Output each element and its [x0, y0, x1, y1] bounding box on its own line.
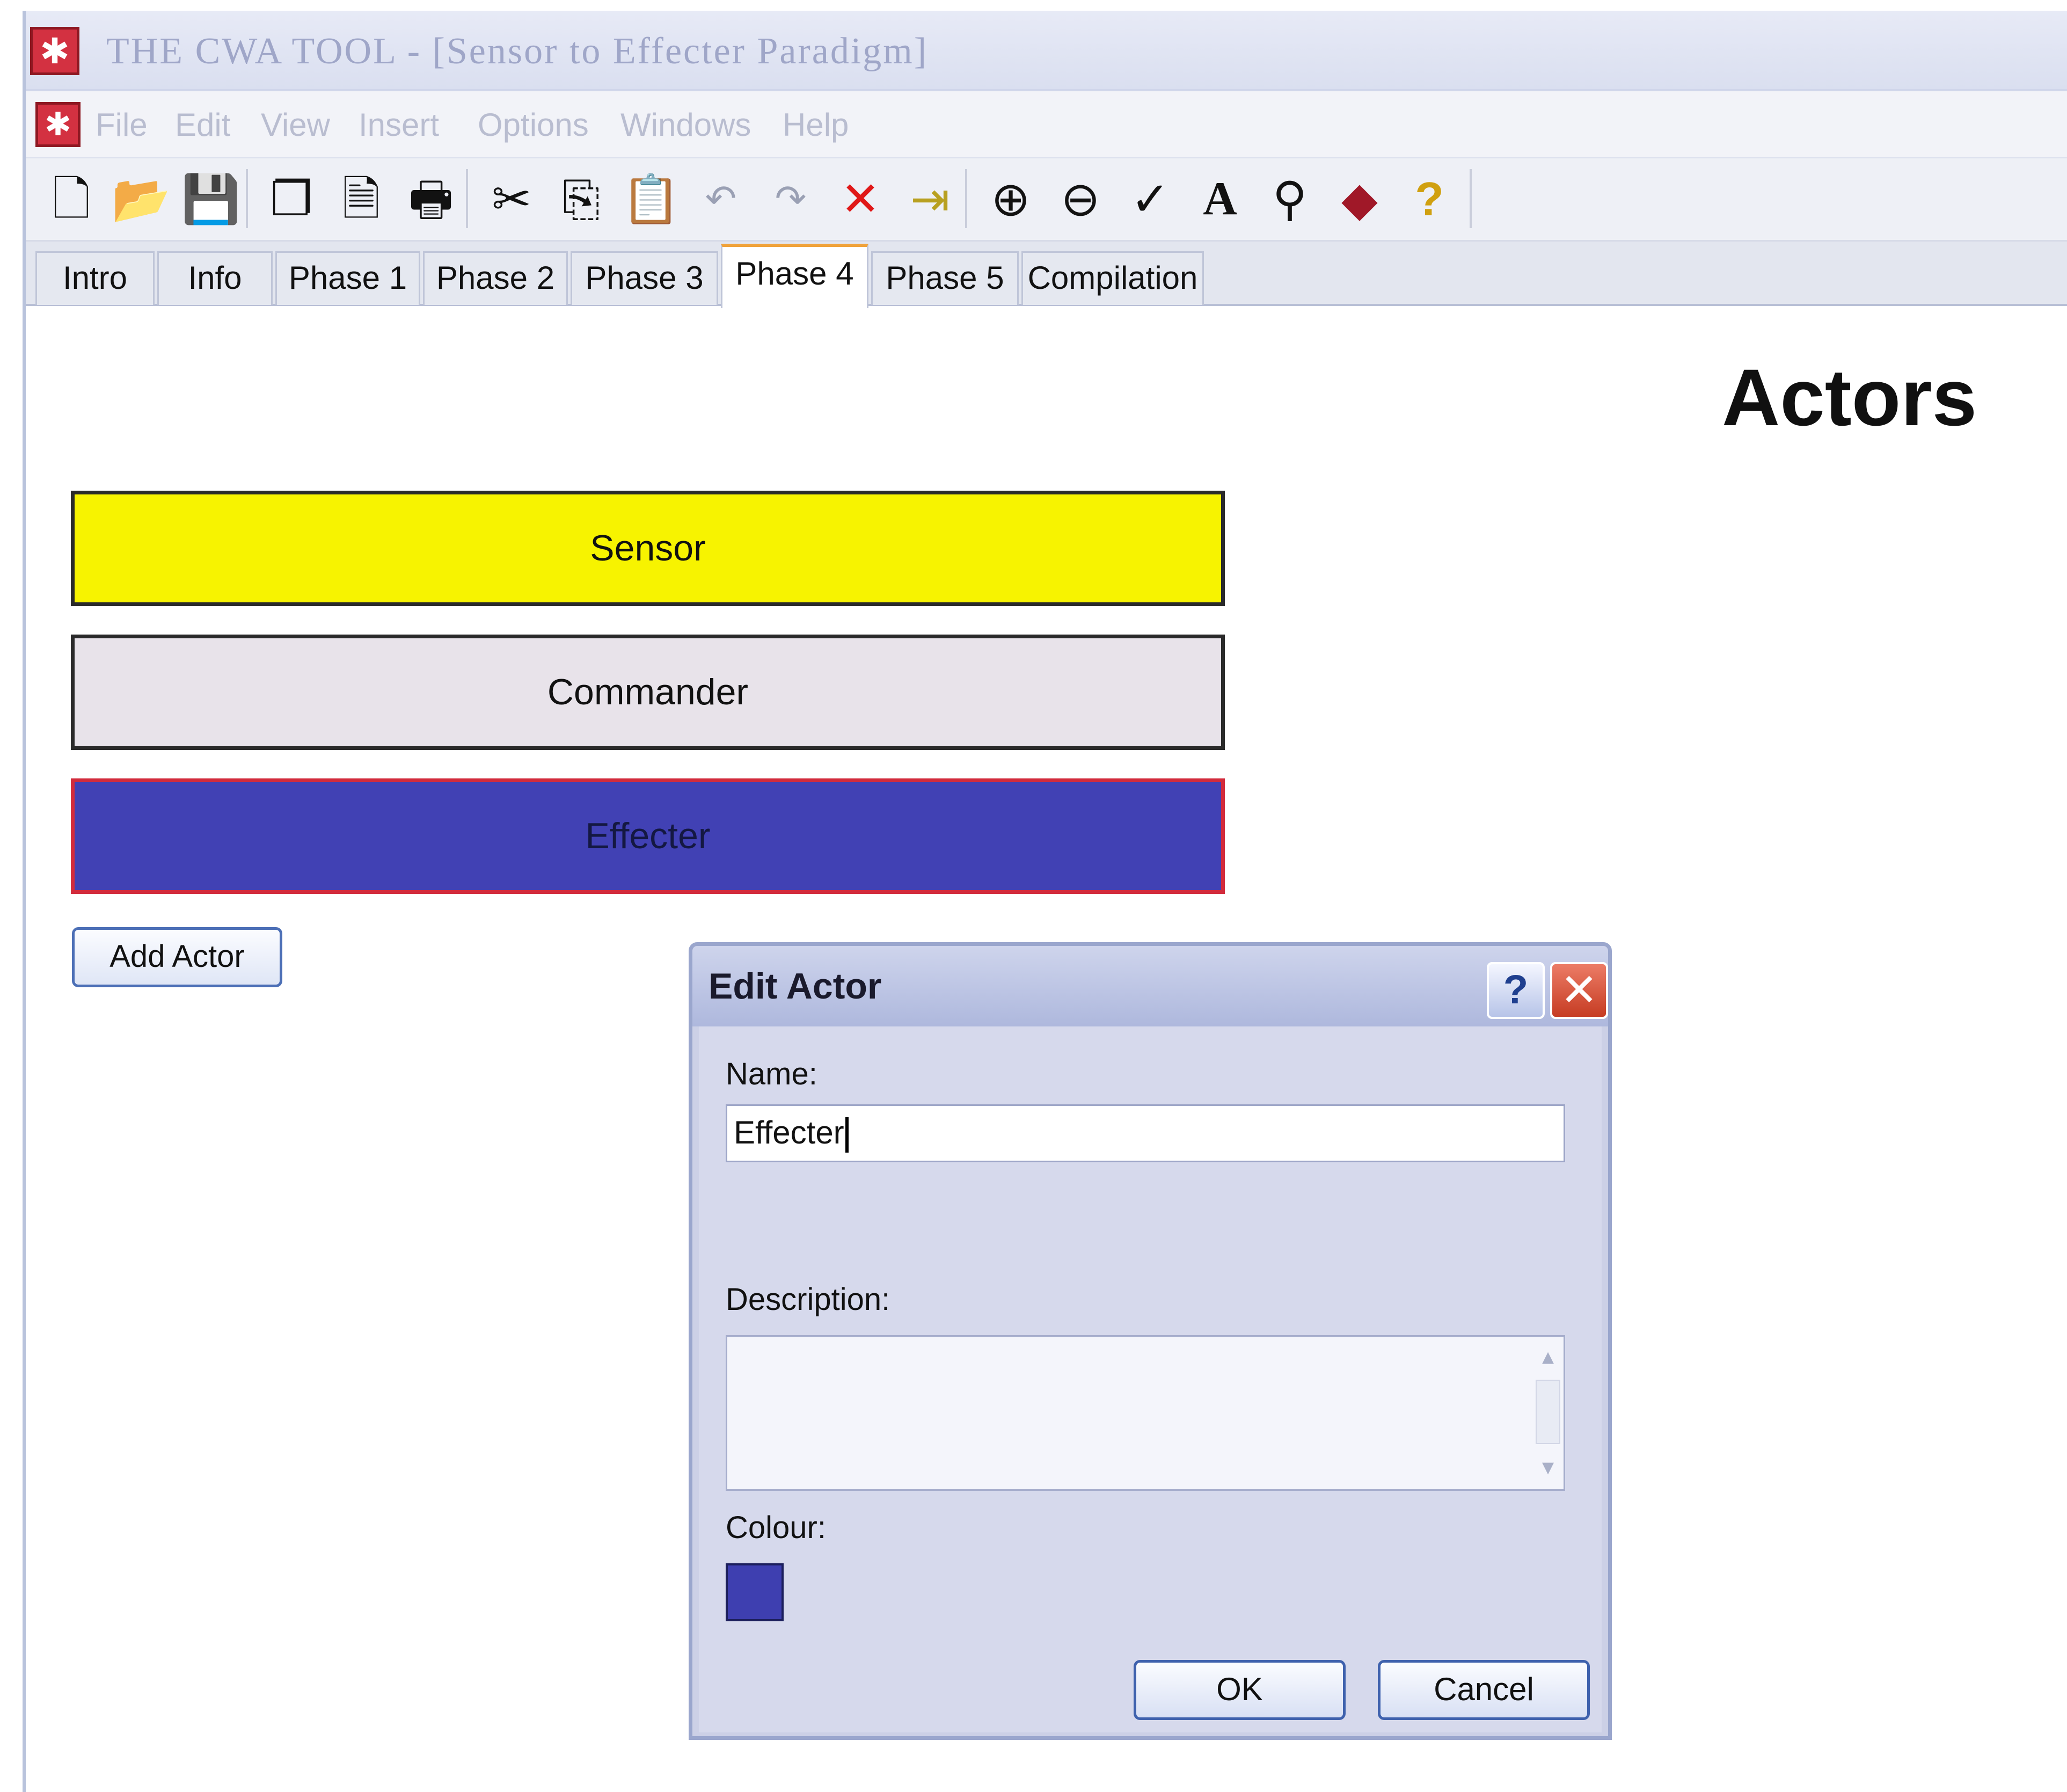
- spell-check-icon[interactable]: ✓: [1121, 168, 1180, 230]
- tab-phase-2[interactable]: Phase 2: [423, 251, 568, 305]
- dialog-title: Edit Actor: [709, 966, 882, 1007]
- menu-options[interactable]: Options: [478, 106, 589, 143]
- title-bar: THE CWA TOOL - [Sensor to Effecter Parad…: [26, 11, 2067, 91]
- dialog-body: Name: Effecter Description: ▴ ▾ Colour: …: [699, 1026, 1602, 1732]
- application-window: THE CWA TOOL - [Sensor to Effecter Parad…: [23, 11, 2067, 1792]
- print-icon[interactable]: 🖶: [401, 168, 461, 230]
- tab-phase-5[interactable]: Phase 5: [871, 251, 1019, 305]
- toolbar-separator: [1470, 169, 1472, 228]
- page-heading: Actors: [1722, 352, 1977, 442]
- edit-actor-dialog: Edit Actor ? ✕ Name: Effecter Descriptio…: [689, 942, 1612, 1740]
- zoom-in-icon[interactable]: ⊕: [981, 168, 1040, 230]
- cut-icon[interactable]: ✂: [482, 168, 541, 230]
- dialog-title-bar[interactable]: Edit Actor ? ✕: [692, 946, 1608, 1026]
- toolbar: 🗋 📂 💾 ❐ 🗎 🖶 ✂ ⎘ 📋 ↶ ↷ ✕ ⇥ ⊕ ⊖ ✓ A ⚲ ◆ ?: [26, 158, 2067, 242]
- save-icon[interactable]: 💾: [181, 168, 240, 230]
- app-logo-icon: [30, 27, 79, 75]
- name-input-value: Effecter: [734, 1114, 844, 1150]
- menu-edit[interactable]: Edit: [175, 106, 230, 143]
- text-caret: [845, 1117, 849, 1153]
- book-icon[interactable]: ◆: [1330, 168, 1389, 230]
- actor-effecter[interactable]: Effecter: [71, 778, 1225, 894]
- toolbar-separator: [965, 169, 967, 228]
- menu-file[interactable]: File: [96, 106, 148, 143]
- new-document-icon[interactable]: 🗋: [42, 168, 101, 230]
- tab-intro[interactable]: Intro: [35, 251, 155, 305]
- scroll-up-icon[interactable]: ▴: [1535, 1343, 1561, 1370]
- add-actor-button[interactable]: Add Actor: [72, 927, 282, 987]
- undo-icon[interactable]: ↶: [691, 168, 750, 230]
- menu-windows[interactable]: Windows: [620, 106, 751, 143]
- scrollbar-track[interactable]: [1536, 1380, 1560, 1444]
- ok-button[interactable]: OK: [1134, 1660, 1346, 1720]
- copy-icon[interactable]: ⎘: [552, 168, 611, 230]
- document-icon[interactable]: [35, 102, 81, 147]
- menu-view[interactable]: View: [261, 106, 330, 143]
- tab-compilation[interactable]: Compilation: [1021, 251, 1204, 305]
- description-textarea[interactable]: ▴ ▾: [726, 1335, 1565, 1491]
- tab-phase-3[interactable]: Phase 3: [571, 251, 718, 305]
- menu-insert[interactable]: Insert: [359, 106, 439, 143]
- cancel-button[interactable]: Cancel: [1378, 1660, 1590, 1720]
- actor-sensor[interactable]: Sensor: [71, 491, 1225, 606]
- window-title: THE CWA TOOL - [Sensor to Effecter Parad…: [106, 31, 929, 72]
- tab-phase-4[interactable]: Phase 4: [721, 244, 868, 308]
- tab-info[interactable]: Info: [157, 251, 273, 305]
- colour-label: Colour:: [726, 1510, 826, 1545]
- description-label: Description:: [726, 1282, 890, 1317]
- open-folder-icon[interactable]: 📂: [112, 168, 171, 230]
- paste-icon[interactable]: 📋: [622, 168, 681, 230]
- zoom-out-icon[interactable]: ⊖: [1051, 168, 1110, 230]
- dialog-help-button[interactable]: ?: [1487, 962, 1545, 1019]
- font-icon[interactable]: A: [1190, 168, 1250, 230]
- redo-icon[interactable]: ↷: [761, 168, 820, 230]
- help-icon[interactable]: ?: [1400, 168, 1459, 230]
- scroll-down-icon[interactable]: ▾: [1535, 1454, 1561, 1481]
- menu-help[interactable]: Help: [783, 106, 849, 143]
- copy-page-icon[interactable]: ❐: [262, 168, 321, 230]
- actor-commander[interactable]: Commander: [71, 635, 1225, 750]
- name-input[interactable]: Effecter: [726, 1104, 1565, 1162]
- toolbar-separator: [246, 169, 248, 228]
- menu-bar: File Edit View Insert Options Windows He…: [26, 91, 2067, 158]
- name-label: Name:: [726, 1057, 817, 1091]
- colour-swatch[interactable]: [726, 1563, 784, 1621]
- dialog-close-button[interactable]: ✕: [1550, 962, 1608, 1019]
- tab-phase-1[interactable]: Phase 1: [275, 251, 420, 305]
- tab-strip: Intro Info Phase 1 Phase 2 Phase 3 Phase…: [26, 242, 2067, 308]
- import-icon[interactable]: ⇥: [901, 168, 960, 230]
- toolbar-separator: [466, 169, 468, 228]
- delete-icon[interactable]: ✕: [831, 168, 890, 230]
- print-preview-icon[interactable]: 🗎: [332, 168, 391, 230]
- find-icon[interactable]: ⚲: [1260, 168, 1319, 230]
